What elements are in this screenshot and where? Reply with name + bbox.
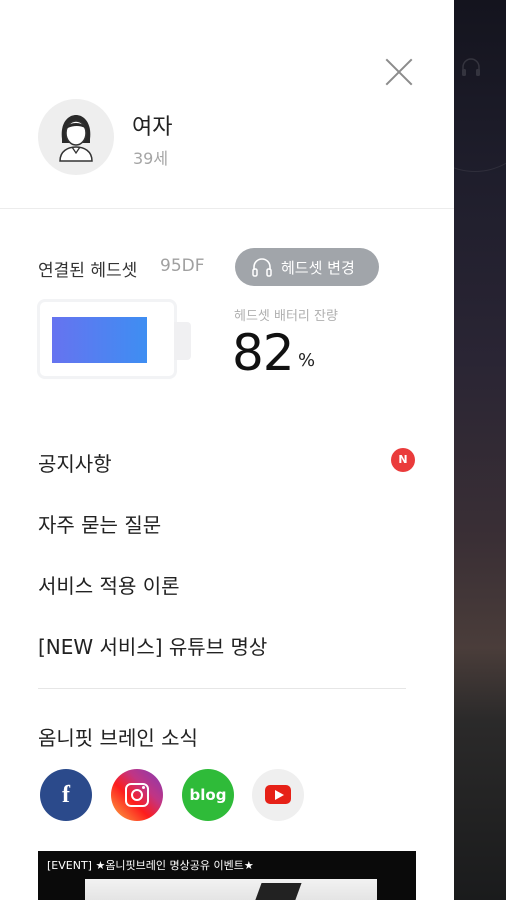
event-banner[interactable]: [EVENT] ★옴니핏브레인 명상공유 이벤트★ bbox=[38, 851, 416, 900]
blog-button[interactable]: blog bbox=[182, 769, 234, 821]
battery-fill bbox=[52, 317, 147, 363]
background-arc bbox=[454, 0, 506, 172]
news-title: 옴니핏 브레인 소식 bbox=[38, 726, 198, 750]
menu-item-faq[interactable]: 자주 묻는 질문 bbox=[38, 509, 161, 538]
headphones-icon bbox=[252, 258, 272, 277]
close-icon[interactable] bbox=[383, 56, 415, 88]
change-headset-button[interactable]: 헤드셋 변경 bbox=[235, 248, 379, 286]
menu-item-service-theory[interactable]: 서비스 적용 이론 bbox=[38, 570, 180, 599]
background-scenery bbox=[454, 0, 506, 900]
headset-model: 95DF bbox=[160, 256, 205, 276]
divider bbox=[38, 688, 406, 689]
youtube-button[interactable] bbox=[252, 769, 304, 821]
menu-item-youtube-meditation[interactable]: [NEW 서비스] 유튜브 명상 bbox=[38, 631, 267, 660]
battery-cap bbox=[174, 322, 191, 360]
divider bbox=[0, 208, 454, 209]
battery-label: 헤드셋 배터리 잔량 bbox=[234, 309, 338, 324]
avatar bbox=[38, 99, 114, 175]
battery-indicator bbox=[40, 302, 174, 376]
background-headphones-icon bbox=[462, 58, 480, 76]
instagram-button[interactable] bbox=[111, 769, 163, 821]
banner-image bbox=[85, 879, 377, 900]
profile-name: 여자 bbox=[132, 115, 173, 140]
facebook-button[interactable]: f bbox=[40, 769, 92, 821]
headset-label: 연결된 헤드셋 bbox=[38, 261, 138, 281]
profile-age: 39세 bbox=[133, 149, 169, 168]
change-headset-label: 헤드셋 변경 bbox=[281, 259, 355, 277]
new-badge: N bbox=[391, 448, 415, 472]
banner-text: [EVENT] ★옴니핏브레인 명상공유 이벤트★ bbox=[47, 859, 254, 872]
woman-avatar-icon bbox=[59, 115, 93, 162]
side-menu-panel: 여자 39세 연결된 헤드셋 95DF 헤드셋 변경 헤드셋 배터리 잔량 82… bbox=[0, 0, 454, 900]
blog-icon: blog bbox=[189, 786, 227, 804]
facebook-icon: f bbox=[62, 782, 70, 808]
battery-value: 82 bbox=[232, 324, 295, 382]
battery-unit: % bbox=[298, 350, 316, 371]
menu-item-notice[interactable]: 공지사항 bbox=[38, 448, 112, 477]
